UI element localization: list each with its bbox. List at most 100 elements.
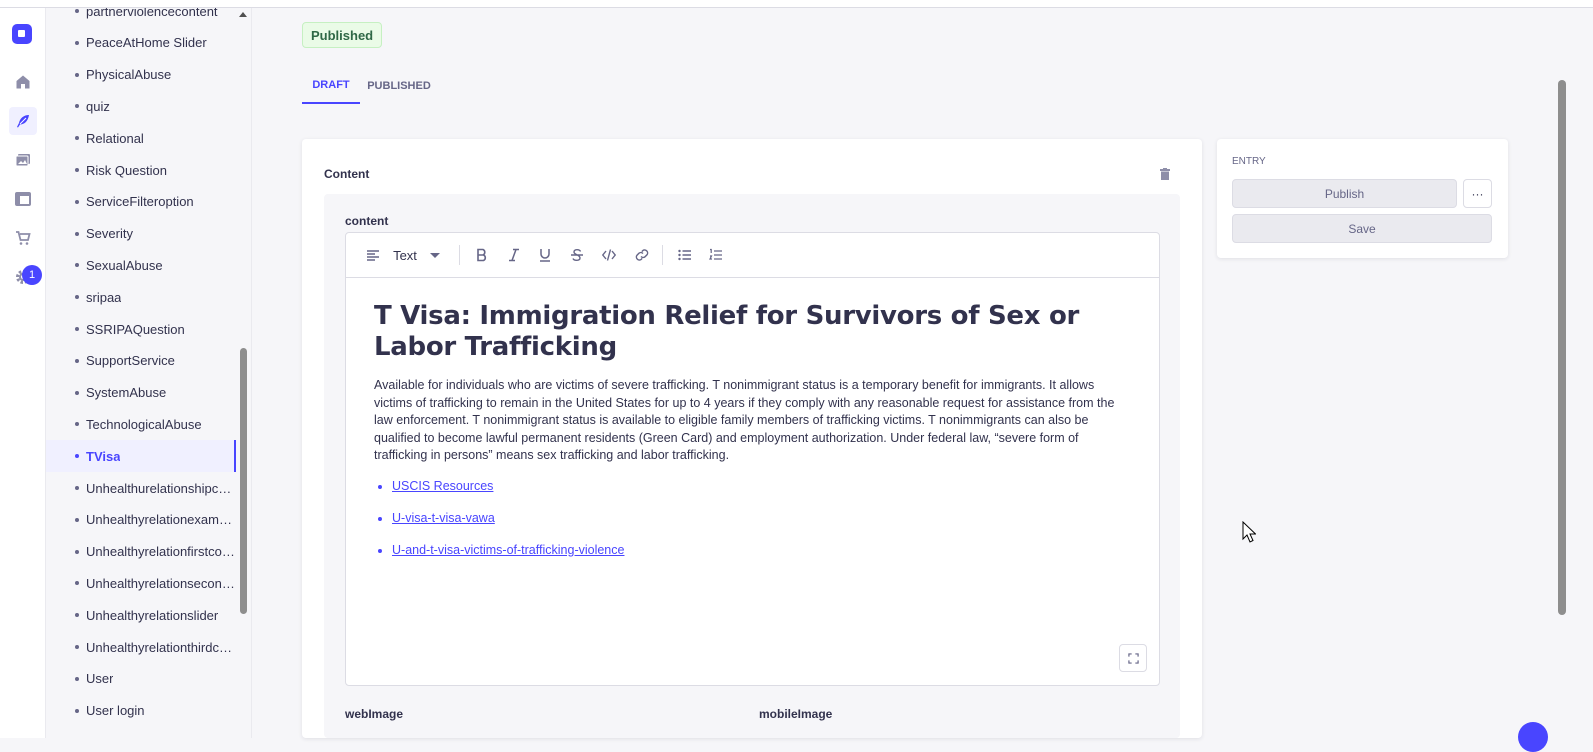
sidebar-item-label: PhysicalAbuse <box>86 67 172 83</box>
sidebar-item-label: Relational <box>86 130 144 146</box>
sidebar-item[interactable]: SSRIPAQuestion <box>46 313 236 345</box>
sidebar-item[interactable]: SexualAbuse <box>46 249 236 281</box>
sidebar-item[interactable]: Severity <box>46 218 236 250</box>
bulleted-list-icon[interactable] <box>677 244 693 266</box>
code-icon[interactable] <box>601 244 617 266</box>
underline-icon[interactable] <box>537 244 553 266</box>
bullet-icon <box>75 168 79 172</box>
sidebar-item-label: SystemAbuse <box>86 385 167 401</box>
link-u-and-t-visa[interactable]: U-and-t-visa-victims-of-trafficking-viol… <box>392 543 624 557</box>
editor-document[interactable]: T Visa: Immigration Relief for Survivors… <box>374 301 1134 574</box>
sidebar-item-label: PeaceAtHome Slider <box>86 35 207 51</box>
sidebar-item[interactable]: SupportService <box>46 345 236 377</box>
bullet-icon <box>75 517 79 522</box>
sidebar-item[interactable]: PhysicalAbuse <box>46 59 236 91</box>
bullet-icon <box>75 645 79 649</box>
sidebar-scrollbar[interactable] <box>238 8 249 728</box>
sidebar-item[interactable]: User login <box>46 695 236 727</box>
sidebar-item-label: Unhealthyrelationsecond... <box>86 575 236 591</box>
toolbar-divider <box>459 245 460 265</box>
images-icon[interactable] <box>9 146 37 174</box>
bullet-icon <box>75 9 79 13</box>
cart-icon[interactable] <box>9 224 37 252</box>
mouse-cursor-icon <box>1242 521 1256 543</box>
sidebar-item[interactable]: Risk Question <box>46 154 236 186</box>
tab-draft[interactable]: DRAFT <box>302 68 360 104</box>
sidebar-item[interactable]: sripaa <box>46 281 236 313</box>
document-heading[interactable]: T Visa: Immigration Relief for Survivors… <box>374 301 1134 363</box>
sidebar-item-label: sripaa <box>86 289 122 305</box>
list-item: USCIS Resources <box>392 479 1134 511</box>
sidebar-item[interactable]: SystemAbuse <box>46 377 236 409</box>
sidebar-item[interactable]: ServiceFilteroption <box>46 186 236 218</box>
main-scrollbar[interactable] <box>1558 80 1566 615</box>
scroll-up-arrow-icon[interactable] <box>239 12 247 17</box>
sidebar-item[interactable]: Unhealthurelationshipcon... <box>46 472 236 504</box>
sidebar-item[interactable]: User <box>46 663 236 695</box>
feather-icon[interactable] <box>9 107 37 135</box>
sidebar-item-label: Unhealthyrelationfirstcon... <box>86 544 236 560</box>
sidebar-item[interactable]: TechnologicalAbuse <box>46 408 236 440</box>
sidebar-item[interactable]: partnerviolencecontent <box>46 8 236 27</box>
bold-icon[interactable] <box>474 244 490 266</box>
tab-published[interactable]: PUBLISHED <box>366 68 432 104</box>
trash-icon[interactable] <box>1160 168 1170 180</box>
logo-icon[interactable] <box>12 24 32 44</box>
content-card: Content content Text T Visa: Immigration… <box>302 139 1202 738</box>
publish-button[interactable]: Publish <box>1232 179 1457 208</box>
sidebar-item-label: Risk Question <box>86 162 167 178</box>
bullet-icon <box>75 390 79 395</box>
sidebar-item[interactable]: TVisa <box>46 440 236 473</box>
scrollbar-thumb[interactable] <box>240 348 247 614</box>
link-uscis-resources[interactable]: USCIS Resources <box>392 479 493 493</box>
sidebar-item-label: SexualAbuse <box>86 257 163 273</box>
bullet-icon <box>75 486 79 490</box>
expand-button[interactable] <box>1119 644 1147 672</box>
sidebar-item[interactable]: Unhealthyrelationthirdco... <box>46 631 236 663</box>
link-icon[interactable] <box>634 244 650 266</box>
sidebar-item[interactable]: quiz <box>46 90 236 122</box>
sidebar-item-label: TechnologicalAbuse <box>86 416 202 432</box>
bullet-icon <box>75 199 79 204</box>
sidebar-item-label: User <box>86 671 114 687</box>
help-button[interactable] <box>1518 722 1548 752</box>
bullet-icon <box>75 358 79 363</box>
sidebar-item-label: quiz <box>86 98 110 114</box>
numbered-list-icon[interactable] <box>708 244 724 266</box>
strikethrough-icon[interactable] <box>569 244 585 266</box>
sidebar-item-label: TVisa <box>86 448 121 464</box>
sidebar-item[interactable]: PeaceAtHome Slider <box>46 27 236 59</box>
entry-panel-title: ENTRY <box>1232 156 1266 167</box>
sidebar-item[interactable]: Unhealthyrelationfirstcon... <box>46 536 236 568</box>
sidebar-item-label: Severity <box>86 226 133 242</box>
sidebar-item[interactable]: Relational <box>46 122 236 154</box>
save-button[interactable]: Save <box>1232 214 1492 243</box>
card-title: Content <box>324 167 370 181</box>
block-type-select[interactable]: Text <box>390 244 420 266</box>
toolbar-divider <box>662 245 663 265</box>
link-u-visa-t-visa-vawa[interactable]: U-visa-t-visa-vawa <box>392 511 495 525</box>
bullet-icon <box>75 72 79 77</box>
expand-icon <box>1127 652 1139 664</box>
sidebar-item-label: ServiceFilteroption <box>86 194 194 210</box>
chevron-down-icon[interactable] <box>428 244 442 266</box>
main-nav: 1 <box>0 8 46 738</box>
content-field-label: content <box>345 214 389 228</box>
sidebar-item[interactable]: Unhealthyrelationsecond... <box>46 567 236 599</box>
rich-text-editor[interactable]: Text T Visa: Immigration Relief for Surv… <box>345 232 1160 686</box>
sidebar-item-label: Unhealthyrelationthirdco... <box>86 639 236 655</box>
sidebar-item-label: SSRIPAQuestion <box>86 321 185 337</box>
bullet-icon <box>75 40 79 45</box>
sidebar-item-label: Unhealthyrelationslider <box>86 607 219 623</box>
home-icon[interactable] <box>9 68 37 96</box>
sidebar-item-label: partnerviolencecontent <box>86 8 218 19</box>
bullet-icon <box>75 708 79 713</box>
sidebar-item[interactable]: Unhealthyrelationexample <box>46 504 236 536</box>
align-left-icon <box>366 244 380 266</box>
document-paragraph[interactable]: Available for individuals who are victim… <box>374 377 1134 465</box>
layout-icon[interactable] <box>9 185 37 213</box>
sidebar-item[interactable]: Unhealthyrelationslider <box>46 599 236 631</box>
more-actions-button[interactable]: ··· <box>1463 179 1492 208</box>
document-link-list: USCIS Resources U-visa-t-visa-vawa U-and… <box>374 479 1134 574</box>
italic-icon[interactable] <box>506 244 522 266</box>
